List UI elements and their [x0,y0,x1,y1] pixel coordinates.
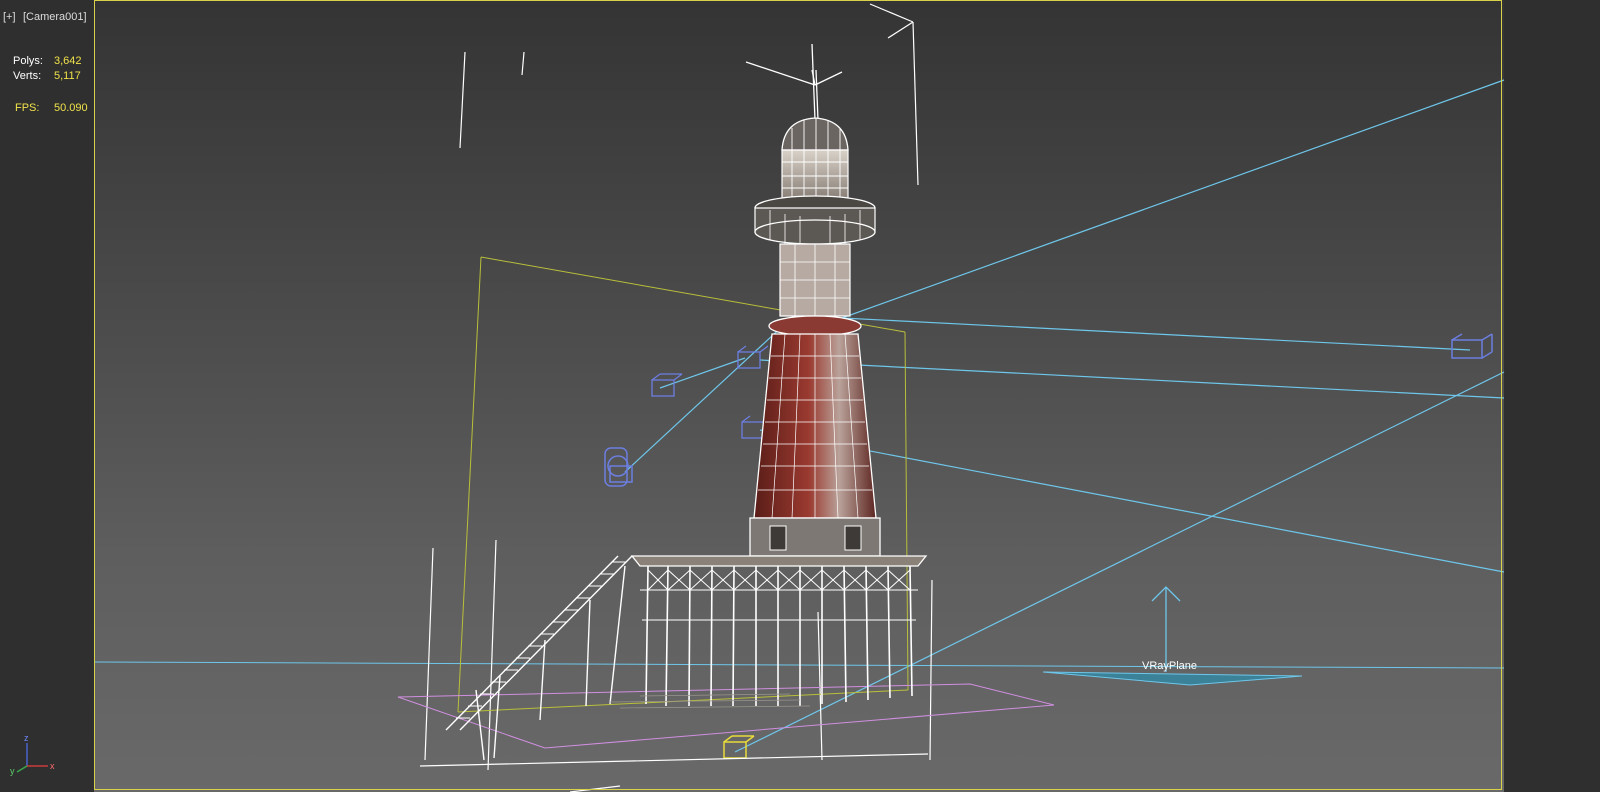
verts-label: Verts: [13,70,42,82]
light-gizmo-box-2[interactable] [737,345,769,369]
axis-z-label: z [24,733,29,743]
vrayplane-object[interactable]: VRayPlane [1042,586,1303,686]
axis-y-label: y [10,766,15,776]
verts-value: 5,117 [54,70,81,82]
scene-render[interactable]: VRayPlane z x y [0,0,1600,792]
horizon-grid-line [93,661,1505,669]
fps-value: 50.090 [54,102,88,114]
vrayplane-label: VRayPlane [1142,660,1197,672]
polys-label: Polys: [13,55,43,67]
axis-gizmo: z x y [10,733,55,776]
polys-value: 3,642 [54,55,82,67]
light-gizmo-right[interactable] [1451,333,1493,359]
axis-x-label: x [50,761,55,771]
lighthouse-model[interactable] [445,43,928,761]
viewport-general-menu[interactable]: [+] [3,11,16,23]
fps-label: FPS: [15,102,40,114]
camera-viewport[interactable]: VRayPlane z x y [+] [Camera001] Polys: 3… [0,0,1600,792]
light-helpers[interactable] [624,79,1505,753]
viewport-camera-menu[interactable]: [Camera001] [23,11,87,23]
light-gizmo-bottom[interactable] [723,735,755,759]
light-gizmo-left[interactable] [604,447,633,487]
